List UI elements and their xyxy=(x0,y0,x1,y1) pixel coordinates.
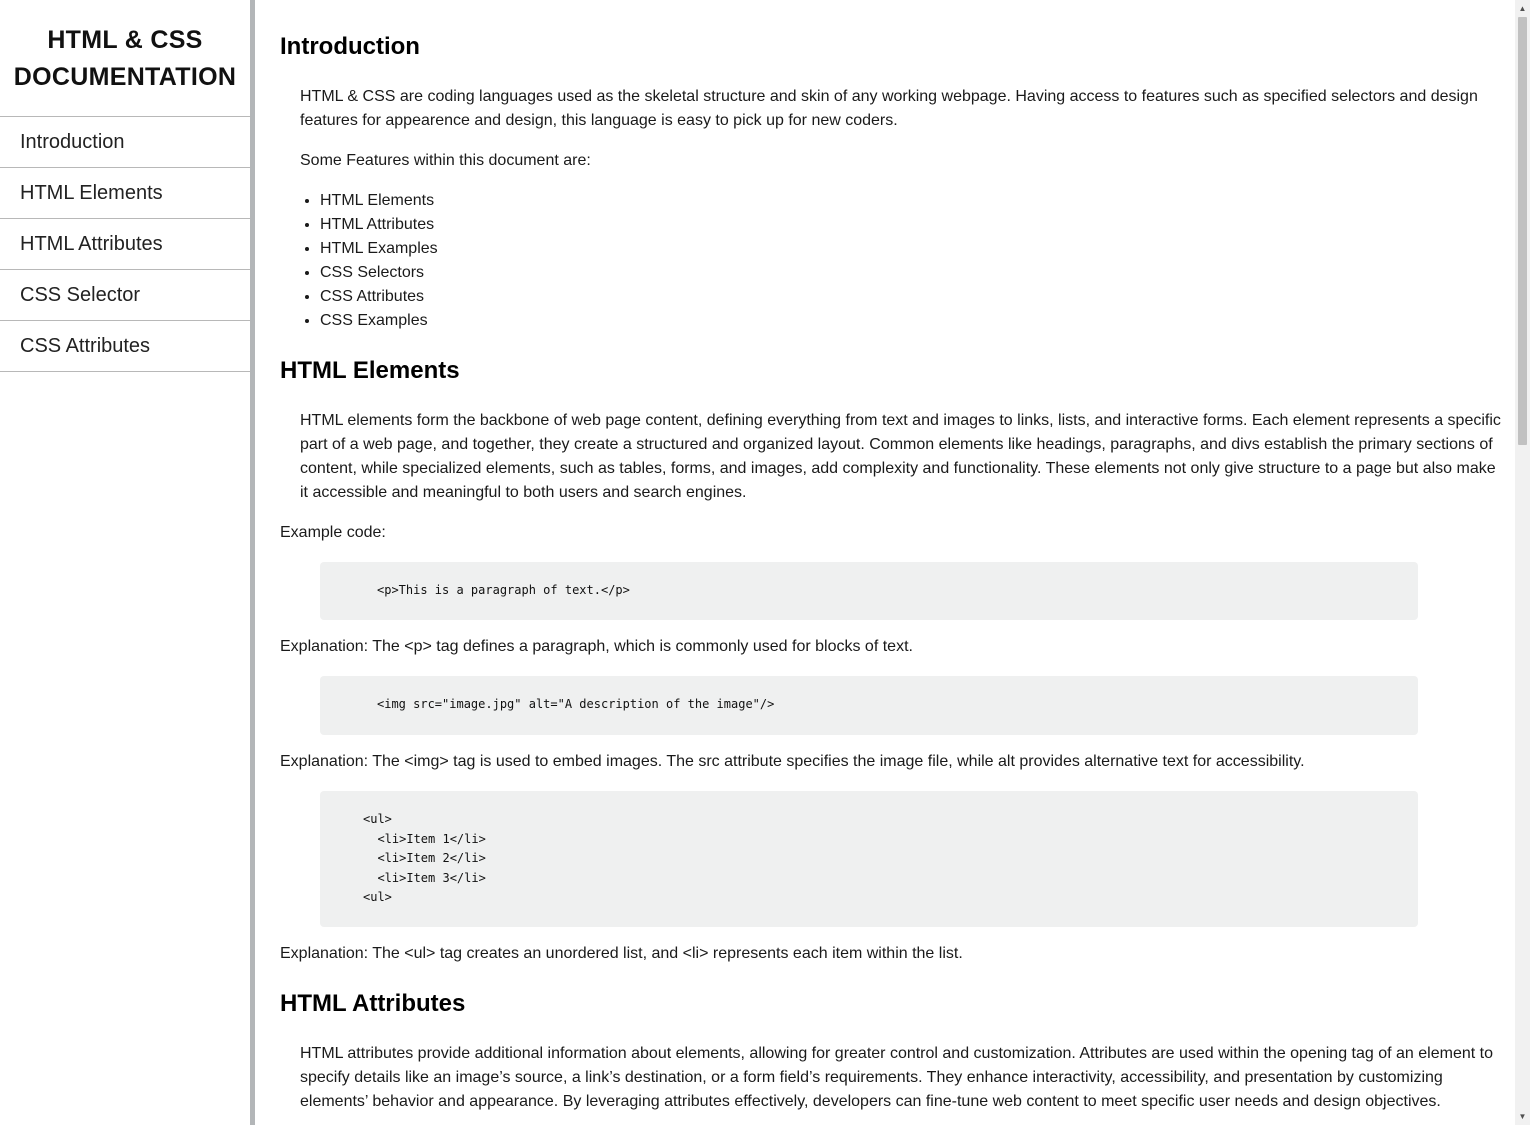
page-scrollbar[interactable]: ▲ ▼ xyxy=(1515,0,1530,1125)
list-item: CSS Examples xyxy=(320,309,438,333)
main-doc: Introduction HTML & CSS are coding langu… xyxy=(280,0,1505,1125)
navbar: HTML & CSS DOCUMENTATION Introduction HT… xyxy=(0,0,250,1125)
example-code-label: Example code: xyxy=(280,524,386,541)
nav-divider xyxy=(250,0,255,1125)
features-list: HTML Elements HTML Attributes HTML Examp… xyxy=(320,189,438,333)
nav-title: HTML & CSS DOCUMENTATION xyxy=(0,0,250,117)
explanation-list: Explanation: The <ul> tag creates an uno… xyxy=(280,945,963,962)
nav-link-css-selector[interactable]: CSS Selector xyxy=(0,270,250,321)
scrollbar-thumb[interactable] xyxy=(1518,17,1527,445)
list-item: HTML Examples xyxy=(320,237,438,261)
intro-paragraph: HTML & CSS are coding languages used as … xyxy=(300,88,1478,129)
intro-features-lead: Some Features within this document are: xyxy=(300,152,591,169)
nav-title-line2: DOCUMENTATION xyxy=(13,63,237,91)
attributes-paragraph: HTML attributes provide additional infor… xyxy=(300,1045,1493,1110)
nav-link-html-attributes[interactable]: HTML Attributes xyxy=(0,219,250,270)
explanation-image: Explanation: The <img> tag is used to em… xyxy=(280,753,1305,770)
code-block-list: <ul> <li>Item 1</li> <li>Item 2</li> <li… xyxy=(320,791,1418,927)
section-title-html-elements: HTML Elements xyxy=(280,357,460,384)
nav-link-html-elements[interactable]: HTML Elements xyxy=(0,168,250,219)
nav-link-css-attributes[interactable]: CSS Attributes xyxy=(0,321,250,372)
section-title-html-attributes: HTML Attributes xyxy=(280,990,466,1017)
list-item: HTML Attributes xyxy=(320,213,438,237)
nav-link-introduction[interactable]: Introduction xyxy=(0,117,250,168)
scroll-up-icon[interactable]: ▲ xyxy=(1515,0,1530,17)
list-item: CSS Selectors xyxy=(320,261,438,285)
explanation-paragraph: Explanation: The <p> tag defines a parag… xyxy=(280,638,913,655)
section-title-introduction: Introduction xyxy=(280,33,420,60)
nav-title-line1: HTML & CSS xyxy=(47,26,203,54)
list-item: HTML Elements xyxy=(320,189,438,213)
elements-paragraph: HTML elements form the backbone of web p… xyxy=(300,412,1501,501)
code-block-image: <img src="image.jpg" alt="A description … xyxy=(320,676,1418,735)
scroll-down-icon[interactable]: ▼ xyxy=(1515,1108,1530,1125)
code-block-paragraph: <p>This is a paragraph of text.</p> xyxy=(320,562,1418,620)
list-item: CSS Attributes xyxy=(320,285,438,309)
